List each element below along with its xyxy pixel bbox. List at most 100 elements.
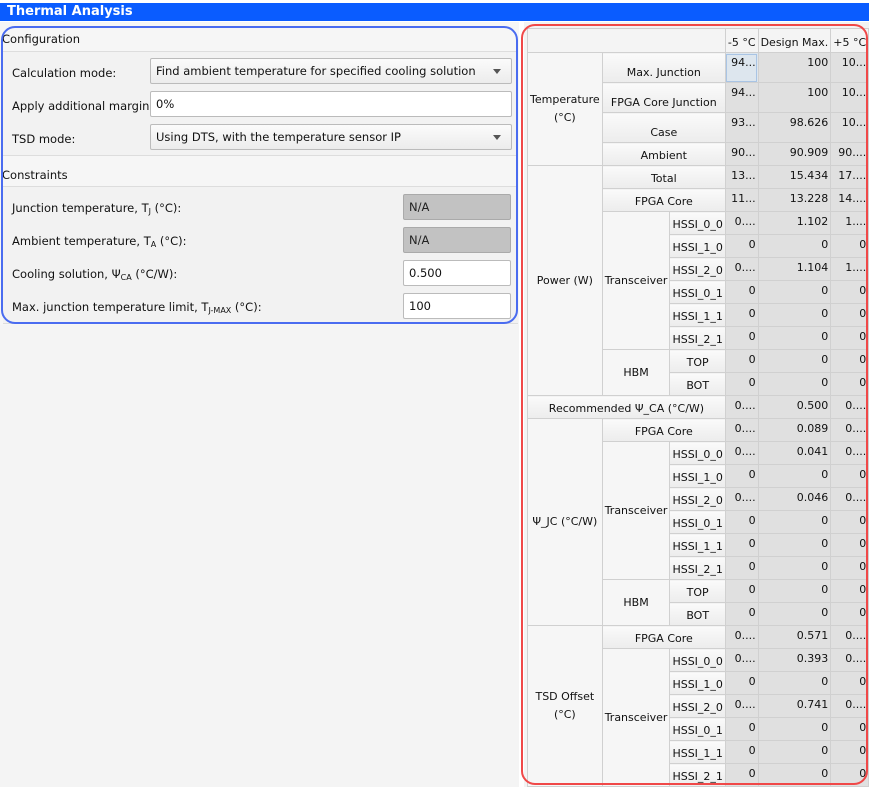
value-cell[interactable]: 0 [830,510,869,534]
value-cell[interactable]: 0.041 [757,441,832,465]
value-cell[interactable]: 0 [757,740,832,764]
value-cell[interactable]: 0.393 [757,648,832,672]
value-cell[interactable]: 13.228 [757,188,832,212]
value-cell[interactable]: 0.500 [757,395,832,419]
value-cell[interactable]: 0 [830,556,869,580]
value-cell[interactable]: 10... [830,112,869,143]
value-cell[interactable]: 0 [724,280,759,304]
value-cell[interactable]: 0 [830,349,869,373]
value-cell[interactable]: 0 [724,464,759,488]
value-cell[interactable]: 0 [724,234,759,258]
value-cell[interactable]: 94... [724,82,759,113]
value-cell[interactable]: 0 [724,303,759,327]
tsd-mode-dropdown[interactable]: Using DTS, with the temperature sensor I… [150,124,512,150]
value-cell[interactable]: 0 [757,579,832,603]
value-cell[interactable]: 1.102 [757,211,832,235]
value-cell[interactable]: 0 [757,510,832,534]
value-cell[interactable]: 90... [724,142,759,166]
value-cell[interactable]: 0 [830,740,869,764]
value-cell[interactable]: 93... [724,112,759,143]
value-cell[interactable]: 0.... [724,418,759,442]
value-cell[interactable]: 0 [830,234,869,258]
value-cell[interactable]: 100 [757,82,832,113]
value-cell[interactable]: 0 [830,717,869,741]
value-cell[interactable]: 0 [830,602,869,626]
value-cell[interactable]: 0 [757,763,832,787]
value-cell[interactable]: 0.089 [757,418,832,442]
value-cell[interactable]: 0 [830,464,869,488]
value-cell[interactable]: 0.... [724,211,759,235]
value-cell[interactable]: 1.104 [757,257,832,281]
value-cell[interactable]: 0 [830,280,869,304]
value-cell[interactable]: 17.... [830,165,869,189]
value-cell[interactable]: 0.046 [757,487,832,511]
value-cell[interactable]: 0.... [724,648,759,672]
value-cell[interactable]: 0.... [830,694,869,718]
value-cell[interactable]: 0 [830,579,869,603]
value-cell[interactable]: 0 [757,556,832,580]
value-cell[interactable]: 0.... [830,625,869,649]
value-cell[interactable]: 0 [724,372,759,396]
cooling-input[interactable] [403,260,511,286]
value-cell[interactable]: 0 [830,671,869,695]
value-cell[interactable]: 0.... [724,625,759,649]
calc-mode-dropdown[interactable]: Find ambient temperature for specified c… [150,58,512,84]
value-cell[interactable]: 0 [724,740,759,764]
value-cell[interactable]: 0 [757,280,832,304]
value-cell[interactable]: 0.571 [757,625,832,649]
value-cell[interactable]: 0.... [830,418,869,442]
value-cell[interactable]: 0.... [724,487,759,511]
value-cell[interactable]: 0 [724,602,759,626]
value-cell[interactable]: 0 [830,303,869,327]
margin-input[interactable] [150,91,512,117]
value-cell[interactable]: 0 [830,326,869,350]
value-cell[interactable]: 0 [724,510,759,534]
value-cell[interactable]: 11... [724,188,759,212]
value-cell[interactable]: 0 [724,533,759,557]
value-cell[interactable]: 0 [757,326,832,350]
value-cell[interactable]: 10... [830,52,869,83]
value-cell[interactable]: 0 [757,349,832,373]
value-cell[interactable]: 90.... [830,142,869,166]
value-cell[interactable]: 90.909 [757,142,832,166]
value-cell[interactable]: 0 [830,763,869,787]
value-cell[interactable]: 0.... [830,441,869,465]
column-header[interactable]: Design Max. [757,28,832,53]
value-cell[interactable]: 1.... [830,257,869,281]
value-cell[interactable]: 0.... [830,395,869,419]
value-cell[interactable]: 0 [724,763,759,787]
value-cell[interactable]: 100 [757,52,832,83]
value-cell[interactable]: 0 [757,234,832,258]
value-cell[interactable]: 14.... [830,188,869,212]
value-cell[interactable]: 0 [830,372,869,396]
value-cell[interactable]: 10... [830,82,869,113]
value-cell[interactable]: 0.... [724,441,759,465]
value-cell[interactable]: 0 [757,464,832,488]
value-cell[interactable]: 0 [757,671,832,695]
value-cell[interactable]: 0 [757,303,832,327]
value-cell[interactable]: 0.741 [757,694,832,718]
value-cell[interactable]: 0 [724,556,759,580]
value-cell[interactable]: 0.... [830,648,869,672]
value-cell[interactable]: 13... [724,165,759,189]
column-header[interactable]: -5 °C [724,28,759,53]
column-header[interactable]: +5 °C [830,28,869,53]
value-cell[interactable]: 15.434 [757,165,832,189]
value-cell[interactable]: 0 [757,372,832,396]
value-cell[interactable]: 98.626 [757,112,832,143]
value-cell[interactable]: 0 [757,717,832,741]
value-cell[interactable]: 0.... [724,395,759,419]
value-cell[interactable]: 0 [724,326,759,350]
value-cell[interactable]: 0 [724,717,759,741]
value-cell[interactable]: 0 [724,671,759,695]
value-cell[interactable]: 0 [757,533,832,557]
value-cell[interactable]: 0.... [830,487,869,511]
tjmax-input[interactable] [403,293,511,319]
value-cell[interactable]: 1.... [830,211,869,235]
value-cell[interactable]: 0.... [724,694,759,718]
value-cell[interactable]: 0 [724,349,759,373]
value-cell[interactable]: 0 [724,579,759,603]
value-cell[interactable]: 94... [724,52,759,83]
value-cell[interactable]: 0.... [724,257,759,281]
value-cell[interactable]: 0 [830,533,869,557]
